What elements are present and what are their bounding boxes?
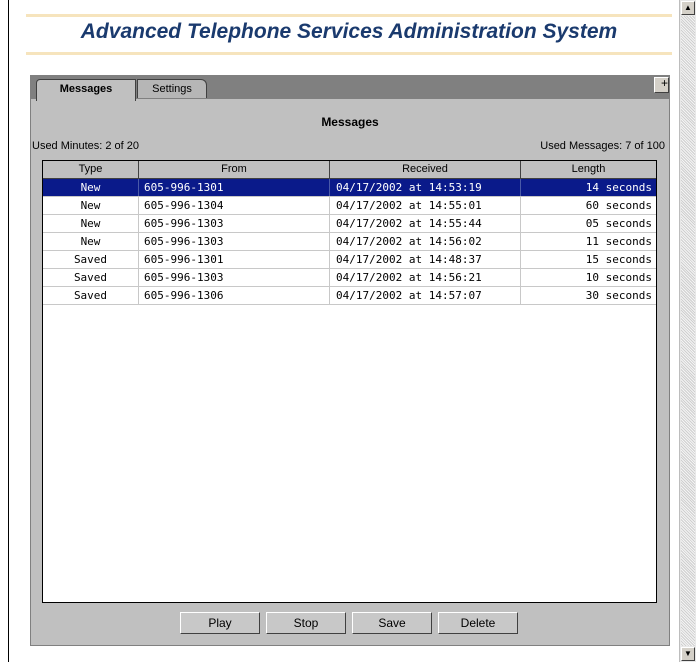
cell-from: 605-996-1303	[139, 215, 330, 232]
column-header-received[interactable]: Received	[330, 161, 521, 179]
play-button[interactable]: Play	[180, 612, 260, 634]
app-title: Advanced Telephone Services Administrati…	[80, 20, 618, 43]
cell-received: 04/17/2002 at 14:55:44	[330, 215, 521, 232]
title-rule-top	[26, 14, 672, 17]
cell-from: 605-996-1301	[139, 179, 330, 196]
button-bar: Play Stop Save Delete	[42, 603, 657, 641]
messages-table[interactable]: Type From Received Length New 605-996-130…	[42, 160, 657, 603]
tab-messages[interactable]: Messages	[36, 79, 136, 101]
scroll-up-arrow-icon[interactable]: ▲	[681, 1, 695, 15]
cell-received: 04/17/2002 at 14:55:01	[330, 197, 521, 214]
cell-length: 14 seconds	[585, 181, 652, 194]
cell-length: 15 seconds	[585, 253, 652, 266]
column-header-from[interactable]: From	[139, 161, 330, 179]
tab-settings[interactable]: Settings	[137, 79, 207, 99]
cell-length: 60 seconds	[585, 199, 652, 212]
cell-length: 10 seconds	[585, 271, 652, 284]
table-row[interactable]: New 605-996-1303 04/17/2002 at 14:56:02 11 …	[43, 233, 656, 251]
title-rule-bottom	[26, 52, 672, 55]
messages-panel: Messages Used Minutes: 2 of 20 Used Mess…	[30, 98, 670, 646]
table-row[interactable]: Saved 605-996-1306 04/17/2002 at 14:57:07 3…	[43, 287, 656, 305]
cell-type: New	[43, 233, 139, 250]
scroll-down-arrow-icon[interactable]: ▼	[681, 647, 695, 661]
cell-type: Saved	[43, 251, 139, 268]
cell-length: 11 seconds	[585, 235, 652, 248]
cell-type: Saved	[43, 269, 139, 286]
column-header-length[interactable]: Length	[521, 161, 656, 179]
vertical-scrollbar[interactable]: ▲ ▼	[679, 0, 696, 662]
cell-type: New	[43, 179, 139, 196]
cell-length: 05 seconds	[585, 217, 652, 230]
delete-button[interactable]: Delete	[438, 612, 518, 634]
table-row[interactable]: New 605-996-1304 04/17/2002 at 14:55:01 60 …	[43, 197, 656, 215]
cell-length: 30 seconds	[585, 289, 652, 302]
save-button[interactable]: Save	[352, 612, 432, 634]
used-messages-label: Used Messages: 7 of 100	[540, 140, 665, 152]
table-row[interactable]: New 605-996-1303 04/17/2002 at 14:55:44 05 …	[43, 215, 656, 233]
scrollbar-thumb[interactable]	[681, 16, 695, 646]
table-row[interactable]: Saved 605-996-1301 04/17/2002 at 14:48:37 1…	[43, 251, 656, 269]
table-row[interactable]: New 605-996-1301 04/17/2002 at 14:53:19 14 …	[43, 179, 656, 197]
cell-received: 04/17/2002 at 14:53:19	[330, 179, 521, 196]
cell-from: 605-996-1303	[139, 269, 330, 286]
table-row[interactable]: Saved 605-996-1303 04/17/2002 at 14:56:21 1…	[43, 269, 656, 287]
cell-type: Saved	[43, 287, 139, 304]
column-header-type[interactable]: Type	[43, 161, 139, 179]
cell-received: 04/17/2002 at 14:57:07	[330, 287, 521, 304]
cell-received: 04/17/2002 at 14:56:02	[330, 233, 521, 250]
cell-type: New	[43, 197, 139, 214]
cell-from: 605-996-1301	[139, 251, 330, 268]
cell-from: 605-996-1304	[139, 197, 330, 214]
cell-received: 04/17/2002 at 14:56:21	[330, 269, 521, 286]
panel-title: Messages	[321, 115, 379, 129]
cell-from: 605-996-1303	[139, 233, 330, 250]
used-minutes-label: Used Minutes: 2 of 20	[32, 140, 140, 152]
cell-received: 04/17/2002 at 14:48:37	[330, 251, 521, 268]
cell-type: New	[43, 215, 139, 232]
maximize-icon[interactable]: +	[654, 77, 669, 93]
cell-from: 605-996-1306	[139, 287, 330, 304]
stop-button[interactable]: Stop	[266, 612, 346, 634]
